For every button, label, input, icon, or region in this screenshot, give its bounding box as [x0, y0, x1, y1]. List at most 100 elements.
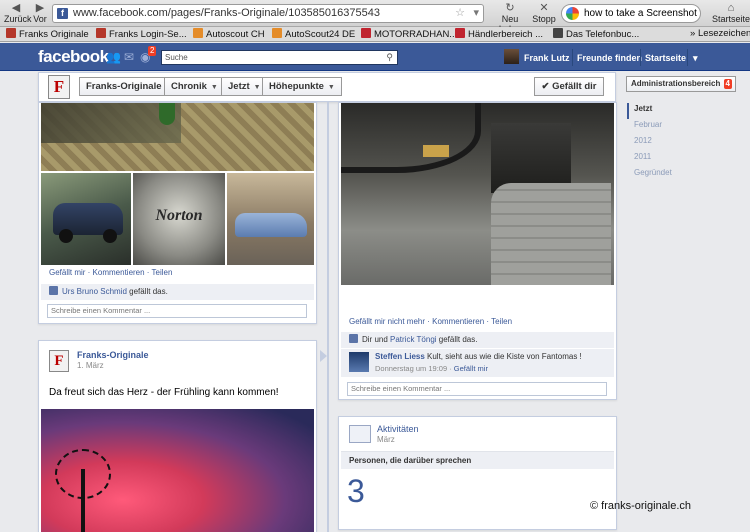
reload-icon: ↻ — [505, 2, 515, 14]
liker-link[interactable]: Patrick Töngi — [390, 335, 437, 344]
facebook-favicon-icon: f — [57, 8, 68, 19]
post-photo-interior[interactable] — [341, 103, 614, 285]
bookmark-favicon-icon — [361, 28, 371, 38]
stop-button[interactable]: ✕ Stopp — [531, 2, 557, 24]
home-link[interactable]: Startseite — [645, 53, 686, 63]
bookmark-label: Das Telefonbuc... — [566, 29, 640, 40]
thumbs-up-icon — [349, 334, 358, 343]
timeline-pointer — [320, 350, 327, 362]
bookmark-item[interactable]: MOTORRADHAN... — [361, 28, 457, 40]
avatar[interactable] — [504, 49, 519, 64]
bookmark-item[interactable]: Franks Originale — [6, 28, 89, 40]
admin-panel-button[interactable]: Administrationsbereich 4 — [626, 76, 736, 92]
page-name-tab[interactable]: Franks-Originale — [79, 77, 169, 96]
comment-like-link[interactable]: Gefällt mir — [454, 364, 488, 373]
activity-icon — [349, 425, 371, 443]
messages-icon[interactable]: ✉ — [124, 50, 134, 64]
profile-link[interactable]: Frank Lutz — [524, 53, 570, 63]
timeline-item-gegruendet[interactable]: Gegründet — [627, 167, 737, 183]
author-link[interactable]: Franks-Originale — [77, 350, 149, 360]
post-card: F Franks-Originale 1. März Da freut sich… — [38, 340, 317, 532]
facebook-logo[interactable]: facebook — [38, 47, 109, 67]
car-wheel — [103, 229, 117, 243]
activity-subtitle: März — [377, 435, 395, 444]
tab-label: Franks-Originale — [86, 81, 162, 92]
tab-highlights[interactable]: Höhepunkte ▼ — [262, 77, 342, 96]
comment-input[interactable]: Schreibe einen Kommentar ... — [47, 304, 307, 318]
url-text: www.facebook.com/pages/Franks-Originale/… — [73, 7, 380, 19]
talking-about-label: Personen, die darüber sprechen — [341, 451, 614, 469]
post-photo-sunset[interactable] — [41, 409, 314, 532]
timeline-item-jetzt[interactable]: Jetzt — [627, 103, 737, 119]
bookmark-label: AutoScout24 DE — [285, 29, 356, 40]
google-icon — [566, 7, 579, 20]
bookmark-label: Franks Originale — [19, 29, 89, 40]
bookmark-item[interactable]: AutoScout24 DE — [272, 28, 355, 40]
bookmarks-menu[interactable]: » Lesezeichen — [690, 28, 750, 39]
url-bar[interactable]: f www.facebook.com/pages/Franks-Original… — [52, 4, 484, 23]
account-menu-chevron-icon[interactable]: ▾ — [693, 53, 698, 64]
avatar[interactable] — [349, 352, 369, 372]
stop-label: Stopp — [532, 14, 556, 24]
post-photo-healey[interactable] — [41, 173, 131, 265]
search-icon[interactable]: ⚲ — [386, 51, 393, 64]
page-header-bar: F Franks-Originale Chronik ▼ Jetzt ▼ Höhep… — [38, 72, 616, 102]
facebook-search-input[interactable]: Suche ⚲ — [161, 50, 398, 65]
bookmark-star-icon[interactable]: ☆ — [455, 5, 465, 22]
header-divider — [640, 49, 641, 66]
home-button[interactable]: ⌂ Startseite — [712, 2, 750, 24]
like-prefix: Dir und — [362, 335, 391, 344]
talking-about-count: 3 — [347, 473, 365, 509]
search-query-text: how to take a Screenshot on — [584, 8, 701, 19]
tab-label: Jetzt — [228, 81, 250, 92]
bookmark-item[interactable]: Händlerbereich ... — [455, 28, 543, 40]
friends-icon[interactable]: 👥 — [106, 50, 121, 64]
header-divider — [572, 49, 573, 66]
author-avatar[interactable]: F — [49, 350, 69, 372]
post-actions[interactable]: Gefällt mir · Kommentieren · Teilen — [49, 268, 172, 277]
tab-jetzt[interactable]: Jetzt ▼ — [221, 77, 268, 96]
bookmark-item[interactable]: Das Telefonbuc... — [553, 28, 639, 40]
bookmark-label: Franks Login-Se... — [109, 29, 187, 40]
bookmark-favicon-icon — [455, 28, 465, 38]
back-label: Zurück — [4, 14, 32, 24]
page-logo[interactable]: F — [48, 75, 70, 99]
timeline-item-februar[interactable]: Februar — [627, 119, 737, 135]
bookmark-label: MOTORRADHAN... — [374, 29, 458, 40]
gear-plate — [423, 145, 449, 157]
comment-input[interactable]: Schreibe einen Kommentar ... — [347, 382, 607, 396]
browser-search-input[interactable]: how to take a Screenshot on — [561, 4, 701, 23]
facebook-header: facebook 👥 ✉ ◉ 2 Suche ⚲ Frank Lutz Freu… — [0, 43, 750, 71]
chevron-down-icon: ▼ — [253, 84, 261, 91]
forward-button[interactable]: ▶ Vor — [32, 2, 48, 24]
notification-badge: 2 — [148, 46, 157, 56]
back-button[interactable]: ◀ Zurück — [4, 2, 32, 24]
post-date[interactable]: 1. März — [77, 361, 104, 370]
steering-wheel — [341, 103, 481, 173]
commenter-link[interactable]: Steffen Liess — [375, 352, 425, 361]
chevron-down-icon: ▼ — [327, 84, 335, 91]
browser-toolbar: ◀ Zurück ▶ Vor f www.facebook.com/pages/… — [0, 0, 750, 34]
timeline-item-2012[interactable]: 2012 — [627, 135, 737, 151]
home-icon: ⌂ — [727, 2, 735, 14]
comment-row: Steffen Liess Kult, sieht aus wie die Ki… — [341, 349, 614, 377]
post-photo-norton[interactable]: Norton — [133, 173, 225, 265]
admin-count-badge: 4 — [723, 79, 732, 89]
tab-chronik[interactable]: Chronik ▼ — [164, 77, 225, 96]
activity-title[interactable]: Aktivitäten — [377, 424, 419, 434]
liker-link[interactable]: Urs Bruno Schmid — [62, 287, 127, 296]
bookmark-favicon-icon — [6, 28, 16, 38]
find-friends-link[interactable]: Freunde finden — [577, 53, 642, 63]
bookmark-item[interactable]: Autoscout CH — [193, 28, 265, 40]
comment-time: Donnerstag um 19:09 · — [375, 364, 454, 373]
like-page-button[interactable]: ✔ Gefällt dir — [534, 77, 604, 96]
post-photo[interactable] — [41, 103, 314, 171]
post-card: Norton Gefällt mir · Kommentieren · Teil… — [38, 102, 317, 324]
dropdown-icon[interactable]: ▾ — [473, 5, 479, 22]
timeline-item-2011[interactable]: 2011 — [627, 151, 737, 167]
post-photo-coupe[interactable] — [227, 173, 314, 265]
post-actions[interactable]: Gefällt mir nicht mehr · Kommentieren · … — [349, 317, 512, 326]
admin-label: Administrationsbereich — [631, 79, 721, 88]
bookmark-item[interactable]: Franks Login-Se... — [96, 28, 187, 40]
bookmark-favicon-icon — [272, 28, 282, 38]
